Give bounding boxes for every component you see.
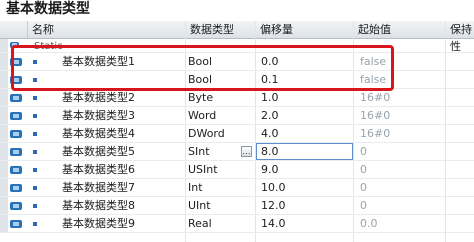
row-start-value[interactable]: 16#0 [360, 107, 390, 125]
row-start-value[interactable]: 0 [360, 143, 367, 161]
row-name[interactable]: 基本数据类型4 [62, 125, 135, 143]
header-data-type[interactable]: 数据类型 [185, 21, 255, 38]
row-offset[interactable]: 9.0 [261, 161, 279, 179]
row-data-type[interactable]: UInt [188, 197, 211, 215]
row-name[interactable]: 基本数据类型2 [62, 89, 135, 107]
interface-member-icon [10, 94, 22, 102]
header-offset[interactable]: 偏移量 [255, 21, 353, 38]
row-gutter [0, 89, 8, 106]
interface-member-icon [10, 202, 22, 210]
interface-member-icon [10, 184, 22, 192]
row-gutter [0, 107, 8, 124]
table-row[interactable]: 基本数据类型2 Byte 1.0 16#0 [0, 89, 474, 107]
row-gutter [0, 161, 8, 178]
element-bullet-icon [33, 168, 37, 172]
row-name[interactable]: 基本数据类型5 [62, 143, 135, 161]
row-name[interactable]: 基本数据类型7 [62, 179, 135, 197]
element-bullet-icon [33, 222, 37, 226]
row-offset[interactable]: 10.0 [261, 179, 286, 197]
table-row[interactable]: 基本数据类型3 Word 2.0 16#0 [0, 107, 474, 125]
highlight-box [11, 45, 394, 91]
ellipsis-button-icon[interactable]: … [241, 146, 252, 157]
row-data-type[interactable]: Real [188, 215, 212, 233]
row-data-type[interactable]: Byte [188, 89, 213, 107]
row-start-value[interactable]: 16#0 [360, 89, 390, 107]
data-block-editor: 基本数据类型 名称 数据类型 偏移量 起始值 保持性 Static 基本数据类型… [0, 0, 474, 242]
interface-member-icon [10, 112, 22, 120]
row-gutter [0, 197, 8, 214]
table-row[interactable]: 基本数据类型8 UInt 12.0 0 [0, 197, 474, 215]
interface-member-icon [10, 220, 22, 228]
header-spacer [0, 21, 27, 38]
interface-member-icon [10, 130, 22, 138]
row-name[interactable]: 基本数据类型6 [62, 161, 135, 179]
row-gutter [0, 53, 8, 70]
element-bullet-icon [33, 186, 37, 190]
row-offset[interactable]: 12.0 [261, 197, 286, 215]
row-offset[interactable]: 14.0 [261, 215, 286, 233]
row-gutter [0, 39, 8, 52]
header-name[interactable]: 名称 [27, 21, 185, 38]
page-title: 基本数据类型 [6, 1, 90, 17]
row-offset[interactable]: 1.0 [261, 89, 279, 107]
row-start-value[interactable]: 0 [360, 179, 367, 197]
row-gutter [0, 215, 8, 232]
row-name[interactable]: 基本数据类型9 [62, 215, 135, 233]
table-header: 名称 数据类型 偏移量 起始值 保持性 [0, 21, 474, 53]
table-row[interactable]: 基本数据类型5 SInt … 8.0 0 [0, 143, 474, 161]
row-offset[interactable]: 2.0 [261, 107, 279, 125]
row-data-type[interactable]: DWord [188, 125, 225, 143]
header-retain[interactable]: 保持性 [445, 21, 474, 53]
interface-member-icon [10, 148, 22, 156]
header-start-value[interactable]: 起始值 [353, 21, 445, 38]
table-row[interactable]: 基本数据类型6 USInt 9.0 0 [0, 161, 474, 179]
row-data-type[interactable]: Int [188, 179, 203, 197]
row-gutter [0, 125, 8, 142]
table-row[interactable]: 基本数据类型4 DWord 4.0 16#0 [0, 125, 474, 143]
row-data-type[interactable]: Word [188, 107, 216, 125]
element-bullet-icon [33, 204, 37, 208]
row-start-value[interactable]: 0 [360, 197, 367, 215]
row-gutter [0, 143, 8, 160]
element-bullet-icon [33, 132, 37, 136]
row-name[interactable]: 基本数据类型3 [62, 107, 135, 125]
table-row[interactable]: 基本数据类型9 Real 14.0 0.0 [0, 215, 474, 233]
row-offset[interactable]: 4.0 [261, 125, 279, 143]
table-row[interactable]: 基本数据类型7 Int 10.0 0 [0, 179, 474, 197]
row-start-value[interactable]: 0.0 [360, 215, 378, 233]
row-data-type[interactable]: SInt [188, 143, 210, 161]
row-gutter [0, 71, 8, 88]
row-gutter [0, 179, 8, 196]
element-bullet-icon [33, 114, 37, 118]
row-start-value[interactable]: 16#0 [360, 125, 390, 143]
element-bullet-icon [33, 96, 37, 100]
row-name[interactable]: 基本数据类型8 [62, 197, 135, 215]
interface-member-icon [10, 166, 22, 174]
row-data-type[interactable]: USInt [188, 161, 218, 179]
element-bullet-icon [33, 150, 37, 154]
row-start-value[interactable]: 0 [360, 161, 367, 179]
row-offset[interactable]: 8.0 [261, 143, 279, 161]
